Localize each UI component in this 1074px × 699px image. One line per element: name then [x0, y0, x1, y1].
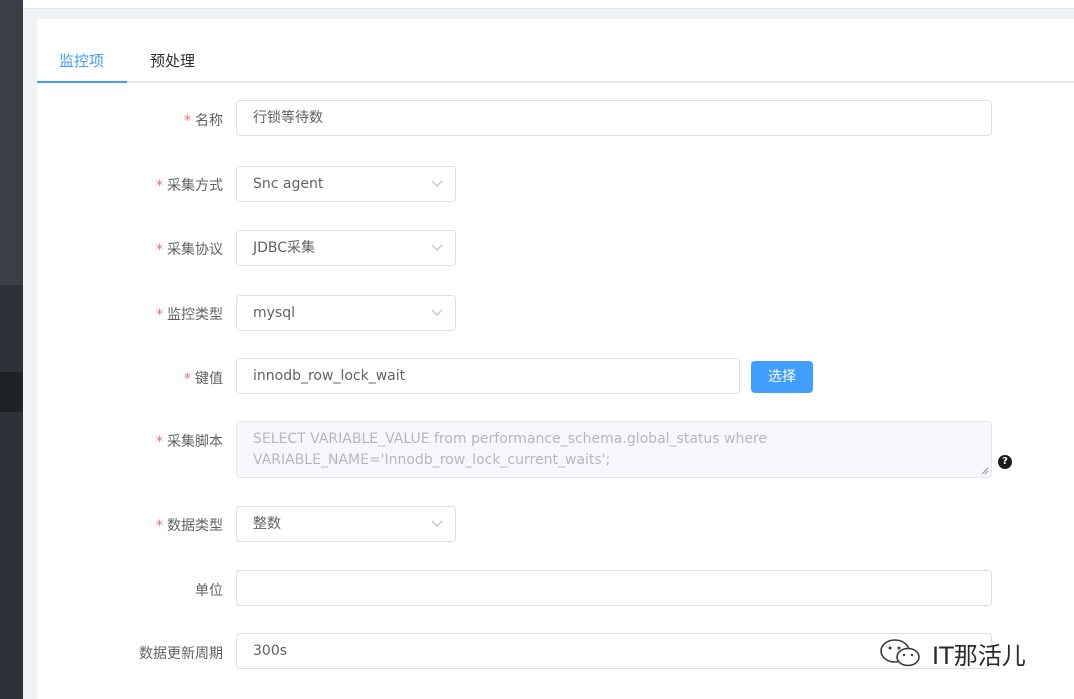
- required-mark: *: [156, 434, 163, 450]
- monitor-type-value: mysql: [253, 305, 295, 321]
- monitor-type-select[interactable]: mysql: [236, 295, 456, 331]
- chevron-down-icon: [431, 244, 443, 251]
- monitor-type-label-text: 监控类型: [167, 307, 223, 323]
- tab-bar: 监控项 预处理: [37, 19, 1074, 83]
- required-mark: *: [156, 242, 163, 258]
- name-label-text: 名称: [195, 113, 223, 129]
- watermark-text: IT那活儿: [932, 641, 1026, 670]
- tab-preprocess[interactable]: 预处理: [150, 50, 195, 71]
- collect-protocol-label: * 采集协议: [37, 239, 223, 259]
- data-type-label: * 数据类型: [37, 515, 223, 535]
- required-mark: *: [156, 178, 163, 194]
- data-type-select[interactable]: 整数: [236, 506, 456, 542]
- sidebar: [0, 0, 23, 699]
- key-label: * 键值: [37, 368, 223, 388]
- sidebar-active-item[interactable]: [0, 372, 23, 412]
- update-interval-label: 数据更新周期: [139, 646, 223, 662]
- sidebar-section: [0, 0, 23, 285]
- collect-protocol-label-text: 采集协议: [167, 242, 223, 258]
- name-label: * 名称: [37, 110, 223, 130]
- collect-protocol-select[interactable]: JDBC采集: [236, 230, 456, 266]
- required-mark: *: [156, 307, 163, 323]
- required-mark: *: [184, 113, 191, 129]
- name-input[interactable]: 行锁等待数: [236, 100, 992, 136]
- collect-method-select[interactable]: Snc agent: [236, 166, 456, 202]
- collect-method-label: * 采集方式: [37, 175, 223, 195]
- data-type-label-text: 数据类型: [167, 518, 223, 534]
- collect-method-label-text: 采集方式: [167, 178, 223, 194]
- chevron-down-icon: [431, 180, 443, 187]
- top-bar: [23, 0, 1074, 9]
- tab-monitor-item[interactable]: 监控项: [59, 50, 104, 71]
- collect-method-value: Snc agent: [253, 176, 324, 192]
- form-panel: 监控项 预处理 * 名称 行锁等待数 * 采集方式 Snc agent * 采集协议 …: [37, 19, 1074, 699]
- key-label-text: 键值: [195, 371, 223, 387]
- required-mark: *: [156, 518, 163, 534]
- required-mark: *: [184, 371, 191, 387]
- select-key-button[interactable]: 选择: [751, 361, 813, 393]
- data-type-value: 整数: [253, 516, 281, 532]
- watermark: IT那活儿: [878, 638, 1026, 670]
- unit-label: 单位: [195, 583, 223, 599]
- script-label: * 采集脚本: [37, 431, 223, 451]
- resize-handle-icon[interactable]: [981, 467, 989, 475]
- unit-input[interactable]: [236, 570, 992, 606]
- collect-protocol-value: JDBC采集: [253, 240, 316, 256]
- script-label-text: 采集脚本: [167, 434, 223, 450]
- script-textarea[interactable]: SELECT VARIABLE_VALUE from performance_s…: [236, 421, 992, 478]
- script-text: SELECT VARIABLE_VALUE from performance_s…: [253, 431, 768, 468]
- monitor-type-label: * 监控类型: [37, 304, 223, 324]
- wechat-icon: [880, 639, 920, 667]
- key-input[interactable]: innodb_row_lock_wait: [236, 358, 740, 394]
- help-icon[interactable]: ?: [998, 455, 1012, 469]
- tab-active-indicator: [37, 81, 127, 83]
- chevron-down-icon: [431, 520, 443, 527]
- chevron-down-icon: [431, 309, 443, 316]
